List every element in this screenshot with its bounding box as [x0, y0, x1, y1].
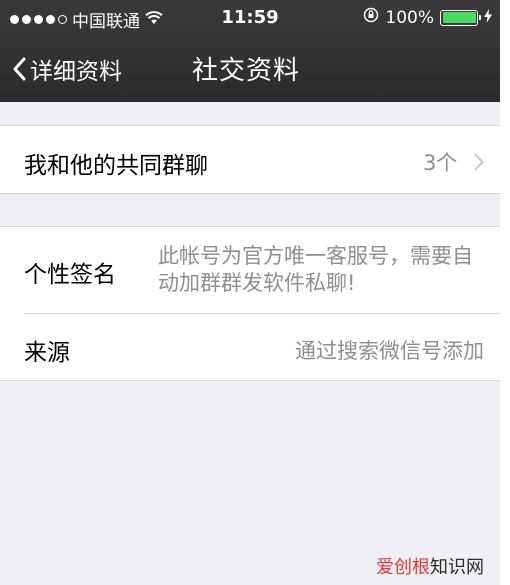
right-edge: [500, 0, 510, 585]
status-right: 100%: [363, 7, 492, 28]
source-row: 来源 通过搜索微信号添加: [0, 313, 500, 380]
navigation-bar: 详细资料 社交资料: [0, 38, 500, 102]
signature-text: 此帐号为官方唯一客服号，需要自动加群群发软件私聊!: [158, 244, 473, 295]
watermark-brand: 爱创根: [376, 557, 430, 578]
battery-fill: [442, 12, 476, 23]
top-bar: 中国联通 11:59 100% 详细资料 社交资料: [0, 0, 500, 102]
profile-info-group: 个性签名 此帐号为官方唯一客服号，需要自动加群群发软件私聊! 来源 通过搜索微信…: [0, 226, 500, 381]
battery-icon: [440, 9, 481, 26]
back-button-label: 详细资料: [30, 59, 122, 85]
back-button[interactable]: 详细资料: [12, 52, 122, 86]
chevron-left-icon: [12, 57, 26, 81]
watermark-logo: 爱创根知识网: [376, 553, 484, 579]
source-value: 通过搜索微信号添加: [295, 339, 484, 363]
source-label: 来源: [24, 340, 70, 366]
chevron-right-icon: [474, 152, 484, 176]
signature-row: 个性签名 此帐号为官方唯一客服号，需要自动加群群发软件私聊!: [0, 227, 500, 313]
common-chats-row[interactable]: 我和他的共同群聊 3个: [0, 126, 500, 193]
status-bar: 中国联通 11:59 100%: [0, 0, 500, 38]
signature-label: 个性签名: [24, 262, 116, 288]
screen: 中国联通 11:59 100% 详细资料 社交资料 我和他的共同群聊 3个 个性…: [0, 0, 500, 585]
charging-bolt-icon: [484, 8, 492, 28]
common-chats-group: 我和他的共同群聊 3个: [0, 125, 500, 194]
page-title: 社交资料: [192, 56, 301, 86]
watermark-suffix: 知识网: [430, 557, 484, 578]
battery-percent: 100%: [385, 7, 434, 28]
rotation-lock-icon: [363, 7, 379, 28]
common-chats-label: 我和他的共同群聊: [24, 153, 208, 179]
common-chats-value-wrap: 3个: [423, 147, 484, 177]
common-chats-count: 3个: [422, 151, 458, 175]
